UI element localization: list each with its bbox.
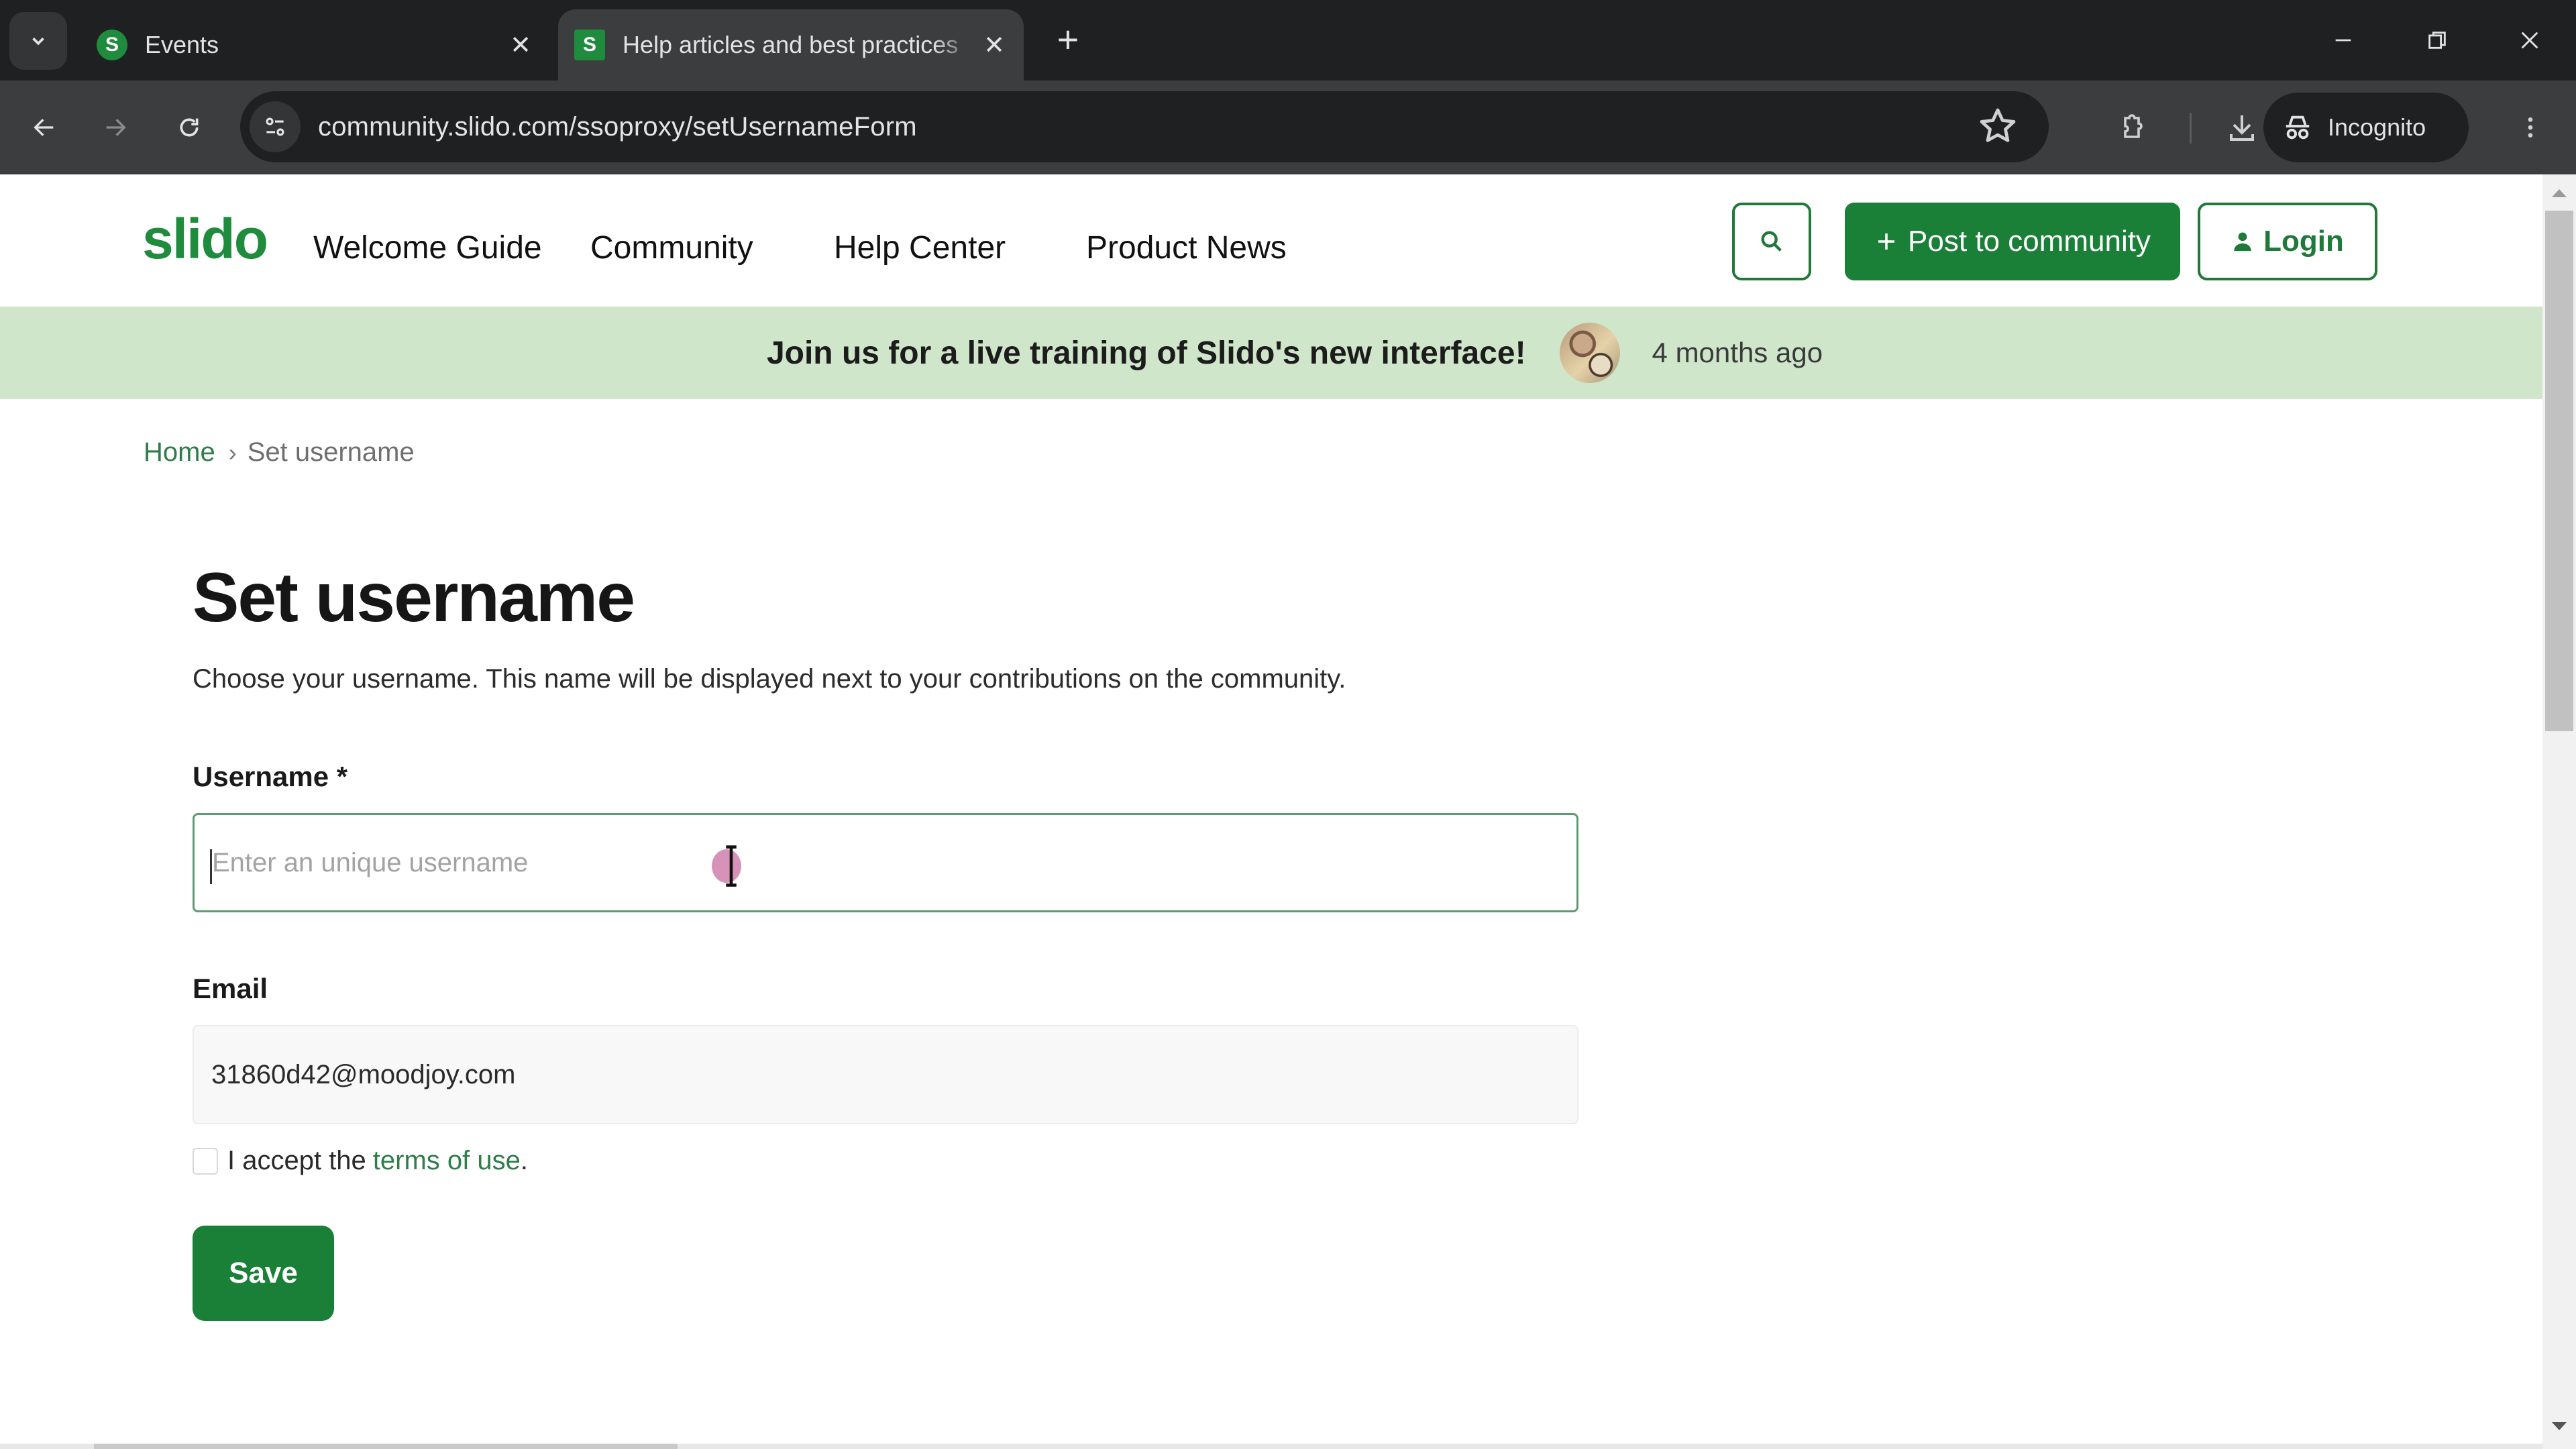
banner-text[interactable]: Join us for a live training of Slido's n…	[767, 335, 1526, 372]
username-input[interactable]	[193, 813, 1578, 912]
accept-terms-checkbox[interactable]	[193, 1147, 218, 1175]
toolbar-divider	[2190, 113, 2192, 144]
horizontal-scroll-thumb[interactable]	[94, 1444, 678, 1449]
nav-community[interactable]: Community	[590, 229, 753, 266]
email-label: Email	[193, 973, 268, 1004]
author-avatar	[1559, 323, 1620, 383]
puzzle-icon	[2124, 114, 2143, 138]
site-info-button[interactable]	[250, 101, 301, 152]
tab-help-articles[interactable]: S Help articles and best practices ✕	[558, 9, 1024, 80]
scroll-down-arrow-icon[interactable]	[2552, 1422, 2567, 1430]
terms-suffix: .	[520, 1146, 528, 1175]
browser-menu-button[interactable]	[2505, 102, 2556, 153]
new-tab-button[interactable]: +	[1046, 17, 1089, 60]
extensions-button[interactable]	[2108, 102, 2159, 153]
chevron-down-icon	[32, 37, 44, 46]
terms-prefix: I accept the	[227, 1146, 366, 1175]
downloads-button[interactable]	[2216, 102, 2267, 153]
breadcrumb-current: Set username	[247, 437, 415, 467]
incognito-badge[interactable]: Incognito	[2263, 93, 2469, 162]
url-text[interactable]: community.slido.com/ssoproxy/setUsername…	[318, 112, 917, 142]
forward-button[interactable]	[90, 102, 141, 153]
nav-welcome-guide[interactable]: Welcome Guide	[313, 229, 542, 266]
announcement-banner[interactable]: Join us for a live training of Slido's n…	[0, 307, 2542, 399]
tune-icon	[266, 117, 284, 136]
tab-events[interactable]: S Events ✕	[80, 9, 550, 80]
reload-icon	[180, 118, 199, 137]
close-tab-icon[interactable]: ✕	[502, 26, 539, 64]
nav-help-center[interactable]: Help Center	[834, 229, 1006, 266]
tab-title: Events	[145, 31, 219, 58]
post-to-community-button[interactable]: Post to community	[1845, 203, 2180, 280]
close-window-button[interactable]	[2500, 13, 2560, 67]
tab-search-button[interactable]	[9, 12, 67, 70]
arrow-left-icon	[34, 119, 54, 136]
nav-product-news[interactable]: Product News	[1086, 229, 1287, 266]
site-header: slido Welcome Guide Community Help Cente…	[0, 174, 2542, 305]
breadcrumb-home[interactable]: Home	[144, 437, 215, 468]
terms-row: I accept the terms of use .	[193, 1146, 528, 1176]
incognito-icon	[2286, 115, 2310, 140]
vertical-scroll-thumb[interactable]	[2545, 211, 2573, 731]
slido-logo[interactable]: slido	[142, 207, 268, 272]
breadcrumb: Home › Set username	[144, 437, 415, 468]
browser-tab-bar: S Events ✕ S Help articles and best prac…	[0, 0, 2576, 80]
login-button[interactable]: Login	[2198, 203, 2377, 280]
tab-title: Help articles and best practices	[623, 31, 959, 58]
star-icon	[1980, 108, 2016, 142]
arrow-right-icon	[106, 119, 126, 136]
slido-favicon-icon: S	[97, 30, 127, 60]
login-label: Login	[2263, 225, 2344, 258]
incognito-label: Incognito	[2328, 113, 2426, 141]
close-icon	[2521, 32, 2538, 49]
search-button[interactable]	[1732, 203, 1811, 280]
scroll-up-arrow-icon[interactable]	[2552, 189, 2567, 197]
search-icon	[1761, 231, 1782, 252]
page-title: Set username	[193, 559, 635, 637]
minimize-button[interactable]	[2313, 13, 2373, 67]
save-button[interactable]: Save	[193, 1226, 334, 1321]
back-button[interactable]	[19, 102, 70, 153]
username-label: Username *	[193, 761, 348, 792]
page-viewport: slido Welcome Guide Community Help Cente…	[0, 174, 2542, 1449]
email-input[interactable]	[193, 1025, 1578, 1124]
terms-of-use-link[interactable]: terms of use	[373, 1146, 521, 1176]
post-to-community-label: Post to community	[1908, 225, 2151, 258]
reload-button[interactable]	[164, 102, 215, 153]
plus-icon	[1878, 233, 1895, 250]
browser-toolbar: community.slido.com/ssoproxy/setUsername…	[0, 80, 2576, 174]
text-caret	[210, 849, 212, 884]
slido-favicon-icon: S	[574, 30, 605, 60]
restore-button[interactable]	[2407, 13, 2467, 67]
bookmark-button[interactable]	[1976, 105, 2019, 151]
chevron-right-icon: ›	[228, 438, 237, 466]
form-description: Choose your username. This name will be …	[193, 664, 1346, 694]
user-icon	[2234, 232, 2251, 252]
banner-timestamp: 4 months ago	[1652, 337, 1823, 368]
minimize-icon	[2335, 39, 2351, 42]
ibeam-cursor-icon	[726, 845, 737, 887]
address-bar[interactable]: community.slido.com/ssoproxy/setUsername…	[240, 91, 2049, 162]
download-icon	[2230, 115, 2254, 141]
more-vertical-icon	[2528, 117, 2533, 138]
close-tab-icon[interactable]: ✕	[975, 26, 1013, 64]
restore-icon	[2428, 32, 2446, 49]
